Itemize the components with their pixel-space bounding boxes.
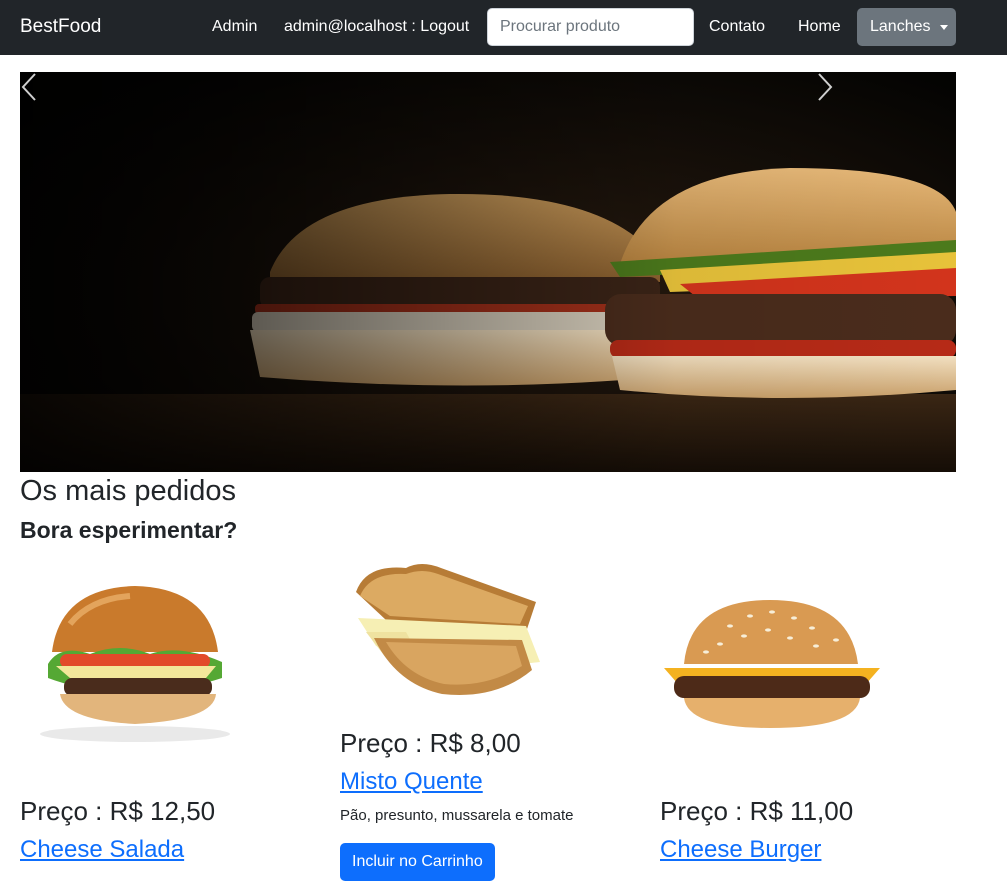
product-card-misto-quente: Preço : R$ 8,00 Misto Quente Pão, presun… [340, 560, 640, 881]
top-navbar: BestFood Admin admin@localhost : Logout … [0, 0, 1007, 55]
dropdown-label: Lanches [870, 18, 931, 35]
add-to-cart-button[interactable]: Incluir no Carrinho [340, 843, 495, 881]
product-price: Preço : R$ 11,00 [660, 796, 854, 826]
product-price: Preço : R$ 8,00 [340, 728, 521, 758]
chevron-right-icon [818, 73, 833, 101]
chevron-left-icon [21, 73, 36, 101]
cheese-burger-photo [664, 600, 880, 728]
nav-logout-link[interactable]: admin@localhost : Logout [284, 18, 469, 36]
product-name-link[interactable]: Cheese Salada [20, 836, 184, 864]
misto-quente-photo [356, 564, 540, 695]
carousel-next-button[interactable] [816, 72, 956, 472]
caret-down-icon [939, 24, 948, 30]
section-title: Os mais pedidos [20, 475, 236, 507]
product-card-cheese-salada: Preço : R$ 12,50 Cheese Salada [20, 560, 320, 878]
brand-logo[interactable]: BestFood [20, 16, 101, 38]
nav-home-link[interactable]: Home [798, 18, 841, 36]
nav-contato-link[interactable]: Contato [709, 18, 765, 36]
product-card-cheese-burger: Preço : R$ 11,00 Cheese Burger [660, 560, 960, 878]
hero-carousel [20, 72, 956, 472]
product-name-link[interactable]: Misto Quente [340, 768, 483, 796]
search-input[interactable] [487, 8, 694, 46]
cheese-salada-photo [40, 586, 230, 742]
nav-admin-link[interactable]: Admin [212, 18, 257, 36]
carousel-prev-button[interactable] [20, 72, 160, 472]
lanches-dropdown-button[interactable]: Lanches [857, 8, 956, 46]
product-description: Pão, presunto, mussarela e tomate [340, 807, 574, 824]
product-name-link[interactable]: Cheese Burger [660, 836, 821, 864]
product-price: Preço : R$ 12,50 [20, 796, 216, 826]
section-subtitle: Bora esperimentar? [20, 517, 238, 543]
